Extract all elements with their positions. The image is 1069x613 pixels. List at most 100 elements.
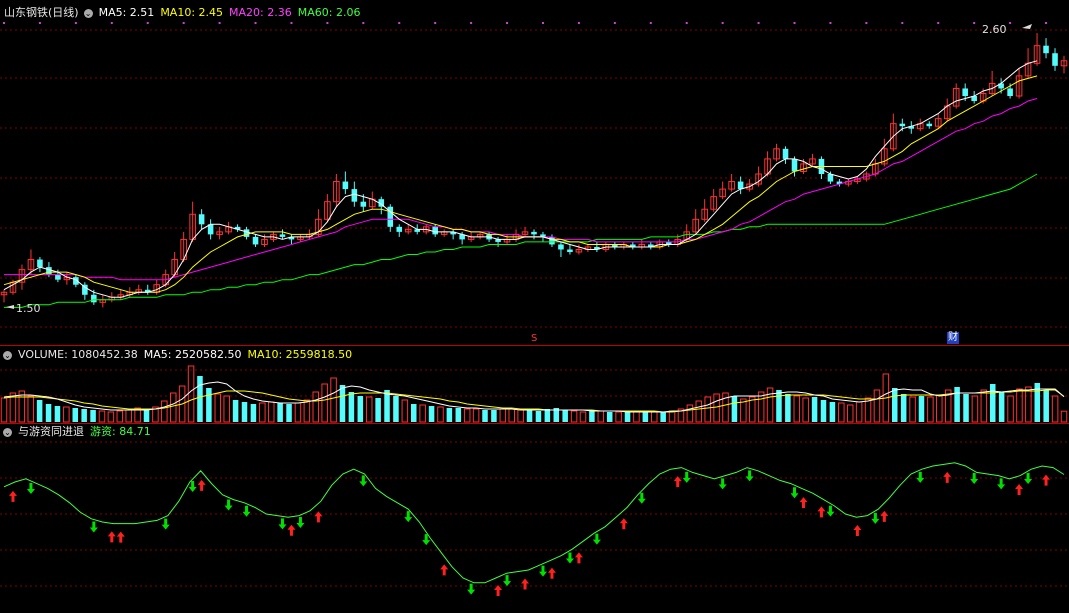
volume-bar	[54, 406, 61, 422]
candle-down	[360, 201, 367, 207]
sell-arrow-icon	[682, 471, 691, 483]
candle-down	[899, 123, 906, 127]
sell-arrow-icon	[26, 483, 35, 495]
volume-bar	[838, 402, 845, 423]
volume-bar	[936, 394, 943, 423]
indicator-line	[3, 462, 1065, 584]
signal-dot	[146, 22, 149, 24]
volume-label: VOLUME: 1080452.38	[18, 348, 138, 361]
sell-arrow-icon	[916, 471, 925, 483]
volume-bar	[250, 404, 257, 422]
buy-arrow-icon	[880, 510, 889, 522]
volume-bar	[72, 408, 79, 422]
volume-bar	[401, 399, 409, 423]
sell-arrow-icon	[89, 521, 98, 533]
buy-arrow-icon	[107, 531, 116, 543]
volume-bar	[954, 387, 960, 422]
volume-bar	[90, 410, 96, 422]
volume-bar	[1051, 395, 1059, 423]
volume-bar	[107, 411, 115, 423]
volume-bar	[846, 404, 854, 423]
volume-bar	[375, 398, 381, 422]
signal-dot	[973, 22, 976, 24]
stock-title[interactable]: 山东钢铁(日线)	[4, 6, 79, 19]
volume-bar	[820, 400, 827, 422]
volume-bar	[963, 394, 969, 422]
high-price-label: 2.60	[982, 23, 1007, 36]
sell-arrow-icon	[997, 478, 1006, 490]
volume-bar	[668, 410, 676, 423]
volume-bar	[695, 400, 703, 423]
indicator-title[interactable]: 与游资同进退	[18, 425, 84, 438]
signal-dot	[38, 22, 41, 24]
volume-bar	[766, 387, 774, 423]
ma10-label: MA10: 2.45	[160, 6, 224, 19]
volume-bar	[410, 404, 417, 422]
volume-bar	[437, 406, 444, 423]
sell-arrow-icon	[718, 478, 727, 490]
signal-dot	[434, 22, 437, 24]
candle-down	[351, 189, 358, 202]
buy-arrow-icon	[853, 525, 862, 537]
volume-bar	[535, 411, 542, 422]
volume-bar	[526, 410, 533, 422]
low-price-label: 1.50	[16, 302, 41, 315]
volume-bar	[544, 409, 551, 422]
signal-dot	[541, 22, 544, 24]
volume-bar	[259, 402, 266, 423]
buy-arrow-icon	[574, 552, 583, 564]
signal-dot	[757, 22, 760, 24]
volume-bar	[980, 389, 988, 423]
volume-settings-icon[interactable]: ⌄	[3, 350, 12, 360]
event-marker-s[interactable]: S	[531, 333, 537, 345]
signal-dot	[649, 22, 652, 24]
buy-arrow-icon	[8, 490, 17, 502]
volume-bar	[286, 404, 292, 422]
volume-bar	[393, 396, 399, 422]
volume-bar	[0, 397, 8, 423]
buy-arrow-icon	[494, 584, 503, 596]
sell-arrow-icon	[296, 516, 305, 528]
low-pointer-icon	[6, 305, 14, 309]
candle-down	[279, 234, 286, 237]
volume-bar	[508, 408, 515, 423]
volume-bar	[633, 410, 640, 423]
signal-dot	[937, 22, 940, 24]
signal-dot	[865, 22, 868, 24]
buy-arrow-icon	[943, 471, 952, 483]
candle-down	[549, 236, 555, 245]
signal-dot	[398, 22, 401, 24]
signal-dot	[470, 22, 473, 24]
signal-dot	[829, 22, 832, 24]
sell-arrow-icon	[278, 518, 287, 530]
ma5-label: MA5: 2.51	[98, 6, 155, 19]
candle-down	[737, 181, 744, 190]
volume-ma10-label: MA10: 2559818.50	[247, 348, 353, 361]
volume-bar	[294, 402, 302, 423]
indicator-panel-header: ⌄ 与游资同进退 游资: 84.71	[0, 425, 157, 439]
volume-bar	[579, 411, 587, 423]
candle-down	[198, 214, 205, 225]
signal-dot	[254, 22, 257, 24]
volume-bar	[998, 392, 1005, 422]
ma20-line	[4, 98, 1038, 281]
volume-bar	[704, 396, 711, 423]
buy-arrow-icon	[1042, 474, 1051, 486]
volume-bar	[785, 394, 791, 422]
sell-arrow-icon	[565, 552, 574, 564]
volume-bar	[1007, 395, 1014, 423]
volume-bar	[900, 394, 907, 422]
volume-bar	[455, 408, 462, 422]
candle-down	[962, 88, 968, 96]
candle-down	[243, 229, 250, 237]
volume-bar	[267, 401, 275, 423]
signal-dot	[110, 22, 113, 24]
volume-bar	[348, 392, 355, 422]
settings-circle-icon[interactable]: ⌄	[83, 8, 93, 18]
high-pointer-icon	[1022, 24, 1032, 29]
event-marker-finance[interactable]: 财	[947, 332, 959, 344]
indicator-settings-icon[interactable]: ⌄	[3, 427, 12, 437]
volume-bar	[731, 396, 738, 422]
volume-bar	[517, 409, 524, 423]
volume-panel-header: ⌄ VOLUME: 1080452.38 MA5: 2520582.50 MA10: …	[0, 348, 358, 362]
